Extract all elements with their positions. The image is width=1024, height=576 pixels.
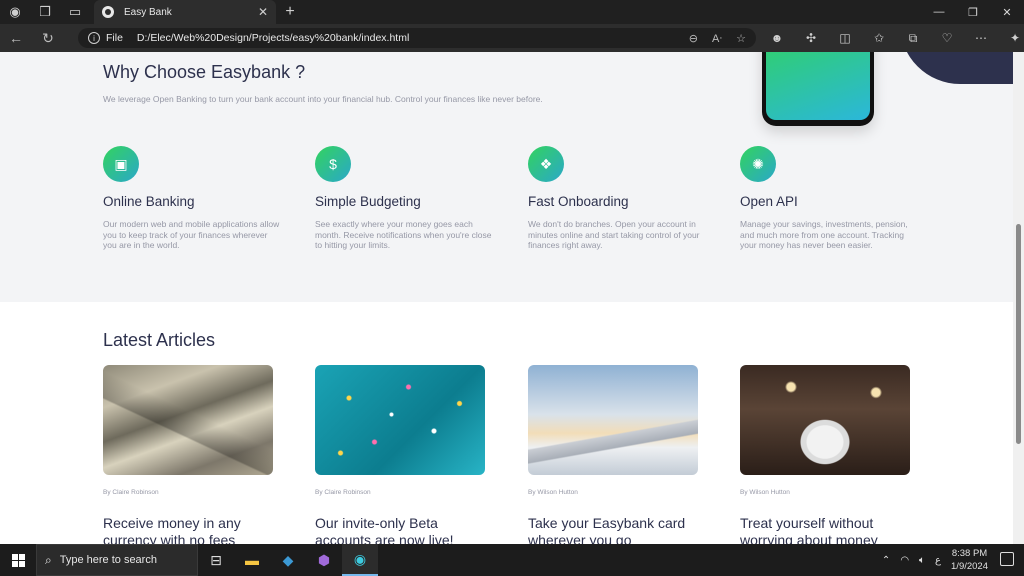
maximize-icon[interactable]: ❐ (956, 0, 990, 24)
why-title: Why Choose Easybank ? (103, 62, 306, 82)
feature-title: Simple Budgeting (315, 194, 421, 209)
article-title[interactable]: Treat yourself without worrying about mo… (740, 515, 910, 544)
phone-mockup-image (762, 52, 874, 126)
windows-taskbar: ⌕ Type here to search ⊟ ▬ ◆ ⬢ ◉ ⌃ ◠ 🔈︎ ع… (0, 544, 1024, 576)
browser-tab-active[interactable]: Easy Bank ✕ (94, 0, 276, 24)
url-scheme-label: File (106, 32, 123, 44)
feature-title: Online Banking (103, 194, 195, 209)
performance-icon[interactable]: ♡ (930, 24, 964, 52)
favorites-icon[interactable]: ✩ (862, 24, 896, 52)
close-window-icon[interactable]: ✕ (990, 0, 1024, 24)
feature-fast-onboarding: ❖ Fast Onboarding We don't do branches. … (528, 146, 708, 251)
article-image-currency[interactable] (103, 365, 273, 475)
profile-avatar-icon[interactable]: ◉ (0, 0, 30, 24)
start-button[interactable] (0, 544, 36, 576)
feature-description: Manage your savings, investments, pensio… (740, 219, 908, 250)
tab-title: Easy Bank (124, 6, 172, 18)
page-viewport: Why Choose Easybank ? We leverage Open B… (0, 52, 1013, 544)
extensions-icon[interactable]: ✣ (794, 24, 828, 52)
article-image-confetti[interactable] (315, 365, 485, 475)
feature-description: We don't do branches. Open your account … (528, 219, 700, 250)
refresh-icon[interactable]: ↻ (32, 24, 64, 52)
why-description: We leverage Open Banking to turn your ba… (103, 94, 543, 104)
language-indicator[interactable]: ع (935, 555, 941, 566)
tab-close-icon[interactable]: ✕ (258, 5, 268, 19)
scrollbar-thumb[interactable] (1016, 224, 1021, 444)
notifications-icon[interactable] (1000, 552, 1014, 566)
feature-simple-budgeting: $ Simple Budgeting See exactly where you… (315, 146, 495, 251)
file-explorer-icon[interactable]: ▬ (234, 544, 270, 576)
site-info-icon[interactable]: i (88, 32, 100, 44)
article-title[interactable]: Receive money in any currency with no fe… (103, 515, 273, 544)
article-author: By Wilson Hutton (528, 489, 578, 496)
tab-favicon-icon (102, 6, 114, 18)
window-controls: — ❐ ✕ (922, 0, 1024, 24)
article-image-airplane[interactable] (528, 365, 698, 475)
system-tray: ⌃ ◠ 🔈︎ ع 8:38 PM 1/9/2024 (882, 544, 988, 576)
phone-banking-icon: ▣ (103, 146, 139, 182)
clock[interactable]: 8:38 PM 1/9/2024 (951, 547, 988, 573)
feature-description: Our modern web and mobile applications a… (103, 219, 280, 250)
why-choose-section: Why Choose Easybank ? We leverage Open B… (0, 52, 1013, 302)
search-icon: ⌕ (45, 552, 52, 567)
articles-title: Latest Articles (103, 330, 216, 350)
feature-online-banking: ▣ Online Banking Our modern web and mobi… (103, 146, 283, 251)
copilot-icon[interactable]: ✦ (998, 24, 1024, 52)
extension-emoji-icon[interactable]: ☻ (760, 24, 794, 52)
tray-chevron-icon[interactable]: ⌃ (882, 555, 890, 566)
feature-open-api: ✺ Open API Manage your savings, investme… (740, 146, 920, 251)
budget-icon: $ (315, 146, 351, 182)
zoom-icon[interactable]: ⊖ (689, 32, 698, 45)
url-text[interactable]: D:/Elec/Web%20Design/Projects/easy%20ban… (137, 32, 409, 44)
api-icon: ✺ (740, 146, 776, 182)
taskbar-search[interactable]: ⌕ Type here to search (36, 544, 198, 576)
task-view-icon[interactable]: ⊟ (198, 544, 234, 576)
article-author: By Claire Robinson (103, 489, 159, 496)
article-card[interactable]: By Claire Robinson Our invite-only Beta … (315, 365, 485, 544)
workspaces-icon[interactable]: ❒ (30, 0, 60, 24)
feature-description: See exactly where your money goes each m… (315, 219, 492, 250)
clock-time: 8:38 PM (951, 548, 988, 559)
windows-logo-icon (11, 553, 25, 567)
hero-background-curve (900, 52, 1013, 84)
app-icon-purple[interactable]: ⬢ (306, 544, 342, 576)
edge-icon[interactable]: ◉ (342, 544, 378, 576)
new-tab-button[interactable]: + (280, 0, 300, 24)
vscode-icon[interactable]: ◆ (270, 544, 306, 576)
read-aloud-icon[interactable]: Aᐧ (712, 32, 722, 45)
article-author: By Wilson Hutton (740, 489, 790, 496)
address-bar[interactable]: i File D:/Elec/Web%20Design/Projects/eas… (78, 28, 756, 48)
onboarding-icon: ❖ (528, 146, 564, 182)
article-card[interactable]: By Claire Robinson Receive money in any … (103, 365, 273, 544)
favorite-star-icon[interactable]: ☆ (736, 32, 746, 45)
page-scrollbar[interactable] (1013, 52, 1024, 544)
feature-title: Open API (740, 194, 798, 209)
article-title[interactable]: Our invite-only Beta accounts are now li… (315, 515, 485, 544)
tab-actions-icon[interactable]: ▭ (60, 0, 90, 24)
article-title[interactable]: Take your Easybank card wherever you go (528, 515, 698, 544)
browser-tools: ☻ ✣ ◫ ✩ ⧉ ♡ ⋯ ✦ (760, 24, 1024, 52)
split-screen-icon[interactable]: ◫ (828, 24, 862, 52)
minimize-icon[interactable]: — (922, 0, 956, 24)
more-options-icon[interactable]: ⋯ (964, 24, 998, 52)
article-card[interactable]: By Wilson Hutton Treat yourself without … (740, 365, 910, 544)
feature-title: Fast Onboarding (528, 194, 629, 209)
volume-icon[interactable]: 🔈︎ (919, 555, 925, 566)
clock-date: 1/9/2024 (951, 561, 988, 572)
back-icon[interactable]: ← (0, 24, 32, 52)
latest-articles-section: Latest Articles By Claire Robinson Recei… (0, 302, 1013, 544)
network-icon[interactable]: ◠ (900, 555, 909, 566)
search-placeholder: Type here to search (59, 554, 157, 566)
article-author: By Claire Robinson (315, 489, 371, 496)
article-image-restaurant[interactable] (740, 365, 910, 475)
collections-icon[interactable]: ⧉ (896, 24, 930, 52)
article-card[interactable]: By Wilson Hutton Take your Easybank card… (528, 365, 698, 544)
